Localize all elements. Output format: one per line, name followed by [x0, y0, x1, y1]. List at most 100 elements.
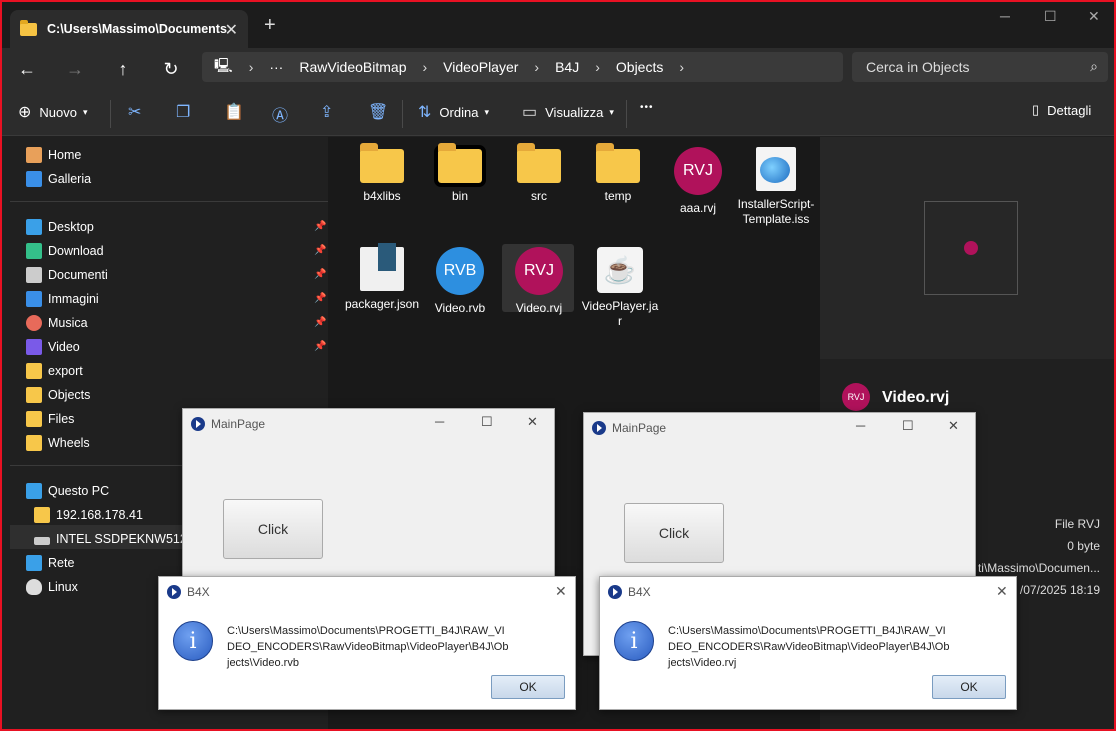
copy-icon[interactable]: ❐: [176, 102, 190, 122]
breadcrumb-item[interactable]: RawVideoBitmap: [299, 59, 406, 75]
paste-icon[interactable]: 📋: [224, 102, 244, 122]
toolbar-divider: [402, 100, 403, 128]
sidebar-item-label: 192.168.178.41: [56, 508, 143, 522]
new-button[interactable]: ⊕ Nuovo ▾: [18, 102, 88, 122]
maximize-button[interactable]: ☐: [481, 414, 493, 430]
detail-type: File RVJ: [1054, 517, 1100, 531]
refresh-button[interactable]: ↻: [158, 56, 184, 82]
sidebar-item-label: Desktop: [48, 220, 94, 234]
file-label: bin: [451, 189, 468, 203]
sidebar-item-objects[interactable]: Objects: [26, 385, 90, 405]
folder-icon: [517, 143, 561, 183]
forward-button[interactable]: →: [62, 56, 88, 82]
sidebar-item-export[interactable]: export: [26, 361, 83, 381]
search-icon: ⌕: [1090, 58, 1098, 74]
sidebar-item-network-drive[interactable]: 192.168.178.41: [34, 505, 143, 525]
close-window-button[interactable]: ✕: [527, 414, 538, 430]
app-icon: [608, 585, 622, 599]
search-input[interactable]: Cerca in Objects ⌕: [852, 52, 1108, 82]
sidebar-item-files[interactable]: Files: [26, 409, 74, 429]
file-item[interactable]: packager.json: [342, 243, 422, 312]
close-window-button[interactable]: ✕: [1088, 8, 1100, 25]
window-title-text: MainPage: [211, 417, 266, 431]
close-window-button[interactable]: ✕: [948, 418, 959, 434]
sidebar-item-wheels[interactable]: Wheels: [26, 433, 90, 453]
preview-thumbnail: [924, 201, 1018, 295]
plus-icon: ⊕: [18, 104, 32, 121]
breadcrumb-ellipsis[interactable]: ···: [269, 59, 283, 75]
chevron-right-icon: ›: [595, 59, 600, 75]
minimize-button[interactable]: ─: [856, 418, 865, 433]
details-label: Dettagli: [1047, 102, 1092, 118]
share-icon[interactable]: ⇪: [320, 102, 333, 122]
window-title: MainPage: [191, 417, 265, 431]
folder-icon: [434, 143, 486, 187]
close-icon[interactable]: ✕: [555, 583, 567, 600]
sort-button[interactable]: ⇅ Ordina ▾: [418, 102, 489, 122]
view-icon: ▭: [522, 104, 538, 121]
sidebar-item-download[interactable]: Download: [26, 241, 104, 261]
sidebar-item-this-pc[interactable]: Questo PC: [26, 481, 109, 501]
back-button[interactable]: ←: [14, 56, 40, 82]
tab-close-icon[interactable]: ✕: [225, 20, 238, 40]
dialog-title-text: B4X: [187, 585, 210, 599]
more-options-button[interactable]: •••: [640, 102, 654, 113]
ok-button[interactable]: OK: [932, 675, 1006, 699]
ok-button[interactable]: OK: [491, 675, 565, 699]
sidebar-item-gallery[interactable]: Galleria: [26, 169, 91, 189]
file-item[interactable]: RVJ Video.rvj: [499, 247, 579, 316]
close-icon[interactable]: ✕: [996, 583, 1008, 600]
detail-date: /07/2025 18:19: [1019, 583, 1100, 597]
maximize-button[interactable]: ☐: [1044, 8, 1057, 25]
setup-script-icon: [756, 147, 796, 191]
sidebar-item-pictures[interactable]: Immagini: [26, 289, 99, 309]
mainpage-window: MainPage ─ ☐ ✕ Click: [182, 408, 555, 580]
new-tab-button[interactable]: +: [264, 14, 276, 37]
file-item[interactable]: b4xlibs: [342, 143, 422, 204]
window-title: MainPage: [592, 421, 666, 435]
documents-icon: [26, 267, 42, 283]
file-item[interactable]: src: [499, 143, 579, 204]
sidebar-item-drive[interactable]: INTEL SSDPEKNW512G8: [34, 529, 204, 549]
minimize-button[interactable]: ─: [435, 414, 444, 429]
breadcrumb-item[interactable]: VideoPlayer: [443, 59, 518, 75]
rename-icon[interactable]: Ⓐ: [272, 102, 288, 126]
click-button[interactable]: Click: [223, 499, 323, 559]
view-button[interactable]: ▭ Visualizza ▾: [522, 102, 614, 122]
file-label: packager.json: [344, 297, 420, 311]
pin-icon: 📌: [314, 269, 327, 280]
sidebar-item-desktop[interactable]: Desktop: [26, 217, 94, 237]
sidebar-item-label: Files: [48, 412, 75, 426]
up-button[interactable]: ↑: [110, 56, 136, 82]
sidebar-item-documents[interactable]: Documenti: [26, 265, 108, 285]
details-button[interactable]: ▯ Dettagli: [1032, 102, 1091, 118]
sidebar-divider: [10, 201, 328, 202]
file-label: temp: [604, 189, 632, 203]
file-label: aaa.rvj: [679, 201, 717, 215]
sidebar-item-video[interactable]: Video: [26, 337, 80, 357]
sidebar-item-music[interactable]: Musica: [26, 313, 88, 333]
file-item[interactable]: InstallerScript-Template.iss: [736, 147, 816, 227]
explorer-tab[interactable]: C:\Users\Massimo\Documents ✕: [10, 10, 248, 48]
click-button[interactable]: Click: [624, 503, 724, 563]
file-item[interactable]: RVJ aaa.rvj: [658, 147, 738, 216]
address-bar[interactable]: 🖳 › ··· RawVideoBitmap › VideoPlayer › B…: [202, 52, 843, 82]
breadcrumb-item[interactable]: Objects: [616, 59, 663, 75]
music-icon: [26, 315, 42, 331]
sidebar-item-label: Download: [48, 244, 104, 258]
view-label: Visualizza: [545, 104, 604, 120]
maximize-button[interactable]: ☐: [902, 418, 914, 434]
file-item[interactable]: RVB Video.rvb: [420, 247, 500, 316]
sidebar-item-home[interactable]: Home: [26, 145, 81, 165]
file-item[interactable]: temp: [578, 143, 658, 204]
sort-label: Ordina: [439, 104, 479, 120]
pictures-icon: [26, 291, 42, 307]
breadcrumb-item[interactable]: B4J: [555, 59, 579, 75]
minimize-button[interactable]: ─: [1000, 8, 1010, 24]
sidebar-item-network[interactable]: Rete: [26, 553, 74, 573]
sidebar-item-linux[interactable]: Linux: [26, 577, 78, 597]
file-item[interactable]: ☕ VideoPlayer.jar: [580, 247, 660, 329]
file-item[interactable]: bin: [420, 143, 500, 204]
delete-icon[interactable]: 🗑: [368, 102, 388, 122]
cut-icon[interactable]: ✂: [128, 102, 141, 122]
